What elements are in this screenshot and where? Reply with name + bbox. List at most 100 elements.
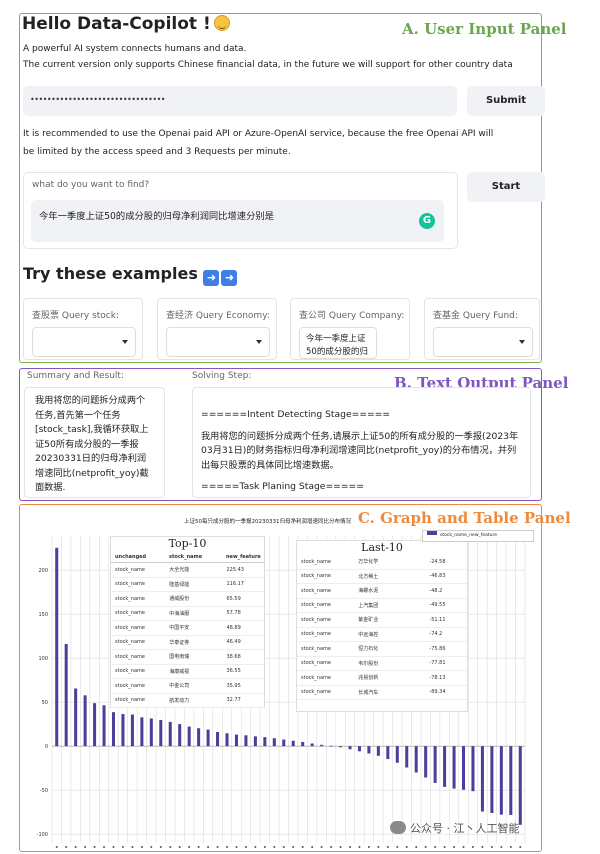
last10-title: Last-10 — [361, 541, 403, 554]
company-example-select[interactable]: 今年一季度上证50的成分股的归母净 — [299, 327, 377, 359]
bar — [433, 746, 437, 783]
y-tick-label: 100 — [38, 656, 48, 662]
grammarly-icon[interactable]: G — [419, 213, 435, 229]
top10-cell: 中金公司 — [169, 683, 190, 690]
top10-table: Top-10 unchanged stock_name new_feature … — [110, 536, 265, 708]
bar — [357, 746, 361, 752]
last10-cell: stock_name — [301, 689, 331, 696]
top10-cell: 36.55 — [226, 668, 241, 675]
top10-cell: stock_name — [115, 668, 145, 675]
submit-button[interactable]: Submit — [467, 86, 545, 116]
y-tick-label: -50 — [40, 788, 48, 794]
x-tick-mark — [434, 846, 437, 848]
last10-cell: 上汽集团 — [358, 602, 379, 609]
chart-title: 上证50每只成分股的一季报20230331归母净利润增速同比分布情况 — [184, 519, 351, 525]
bar — [168, 721, 172, 747]
x-tick-mark — [254, 846, 257, 848]
x-tick-mark — [84, 846, 87, 848]
x-tick-mark — [140, 846, 143, 848]
y-tick-label: -100 — [37, 832, 48, 838]
x-tick-mark — [263, 846, 266, 848]
top10-cell: 中海油服 — [169, 610, 190, 617]
x-tick-mark — [462, 846, 465, 848]
y-tick-label: 50 — [42, 700, 48, 706]
last10-row: stock_name 恒力石化 -75.86 — [297, 642, 467, 657]
top10-cell: 38.68 — [226, 653, 241, 660]
x-tick-mark — [74, 846, 77, 848]
arrow-right-icon: ➜ — [203, 270, 220, 286]
last10-cell: 紫金矿业 — [358, 617, 379, 624]
bar — [509, 746, 513, 815]
bar — [424, 746, 428, 778]
x-tick-mark — [159, 846, 162, 848]
x-tick-mark — [481, 846, 484, 848]
example-card-economy: 查经济 Query Economy: — [157, 298, 277, 360]
x-tick-mark — [244, 846, 247, 848]
bar — [414, 746, 418, 773]
last10-table: Last-10 stock_name 万华化学 -24.58 stock_name 北方… — [296, 540, 468, 712]
query-input[interactable]: 今年一季度上证50的成分股的归母净利润同比增速分别是 G — [31, 200, 444, 242]
last10-cell: -89.34 — [429, 689, 446, 696]
y-tick-label: 200 — [38, 568, 48, 574]
bar — [102, 705, 106, 747]
x-tick-mark — [93, 846, 96, 848]
bar — [282, 739, 286, 747]
x-tick-mark — [500, 846, 503, 848]
last10-cell: stock_name — [301, 558, 331, 565]
bar — [187, 726, 191, 747]
top10-cell: stock_name — [115, 610, 145, 617]
x-tick-mark — [188, 846, 191, 848]
top10-row: stock_name 华泰证券 46.49 — [111, 636, 264, 650]
x-tick-mark — [519, 846, 522, 848]
solving-step-textarea[interactable]: ======Intent Detecting Stage===== 我用将您的问… — [192, 387, 531, 498]
summary-label: Summary and Result: — [27, 371, 124, 381]
top10-title: Top-10 — [168, 537, 207, 550]
x-tick-mark — [169, 846, 172, 848]
bar — [499, 746, 503, 815]
last10-body: stock_name 万华化学 -24.58 stock_name 北方稀土 -46.83… — [297, 555, 467, 700]
y-tick-label: 0 — [45, 744, 48, 750]
x-tick-mark — [292, 846, 295, 848]
bar — [320, 744, 324, 747]
last10-cell: 兆易创新 — [358, 675, 379, 682]
last10-cell: stock_name — [301, 573, 331, 580]
top10-cell: stock_name — [115, 639, 145, 646]
solving-step-label: Solving Step: — [192, 371, 252, 381]
x-tick-mark — [339, 846, 342, 848]
bar — [244, 735, 248, 747]
top10-header-row: unchanged stock_name new_feature — [111, 551, 264, 563]
top10-cell: 华泰证券 — [169, 639, 190, 646]
x-tick-mark — [330, 846, 333, 848]
page-title: Hello Data-Copilot ! — [22, 14, 230, 34]
bar — [461, 746, 466, 790]
top10-cell: stock_name — [115, 697, 145, 704]
x-tick-mark — [65, 846, 68, 848]
top10-cell: 32.77 — [226, 697, 241, 704]
x-tick-mark — [226, 846, 229, 848]
economy-example-select[interactable] — [166, 327, 270, 357]
last10-row: stock_name 北方稀土 -46.83 — [297, 570, 467, 584]
last10-cell: -24.58 — [429, 558, 446, 565]
last10-row: stock_name 长城汽车 -89.34 — [297, 686, 467, 700]
watermark: 公众号 · 江丶人工智能 — [390, 820, 520, 836]
top10-row: stock_name 海康威视 36.55 — [111, 665, 264, 679]
last10-cell: -77.81 — [429, 660, 446, 667]
last10-cell: stock_name — [301, 674, 331, 681]
stock-example-select[interactable] — [32, 327, 136, 357]
bar — [443, 746, 447, 787]
top10-cell: 航发动力 — [169, 697, 190, 704]
arrow-right-icon: ➜ — [221, 270, 238, 286]
top10-cell: 海康威视 — [169, 668, 190, 675]
chevron-down-icon — [519, 340, 525, 344]
fund-example-select[interactable] — [433, 327, 533, 357]
last10-cell: -51.11 — [429, 616, 446, 623]
last10-cell: stock_name — [301, 602, 331, 609]
summary-textarea[interactable]: 我用将您的问题拆分成两个任务,首先第一个任务[stock_task],我循环获取… — [24, 387, 165, 498]
bar — [367, 746, 371, 754]
chart-legend: stock_name_new_feature — [422, 530, 534, 542]
start-button[interactable]: Start — [467, 172, 545, 202]
bar — [376, 746, 380, 756]
bar — [55, 547, 59, 747]
api-key-field[interactable]: •••••••••••••••••••••••••••••••• — [23, 86, 457, 116]
x-tick-mark — [396, 846, 399, 848]
